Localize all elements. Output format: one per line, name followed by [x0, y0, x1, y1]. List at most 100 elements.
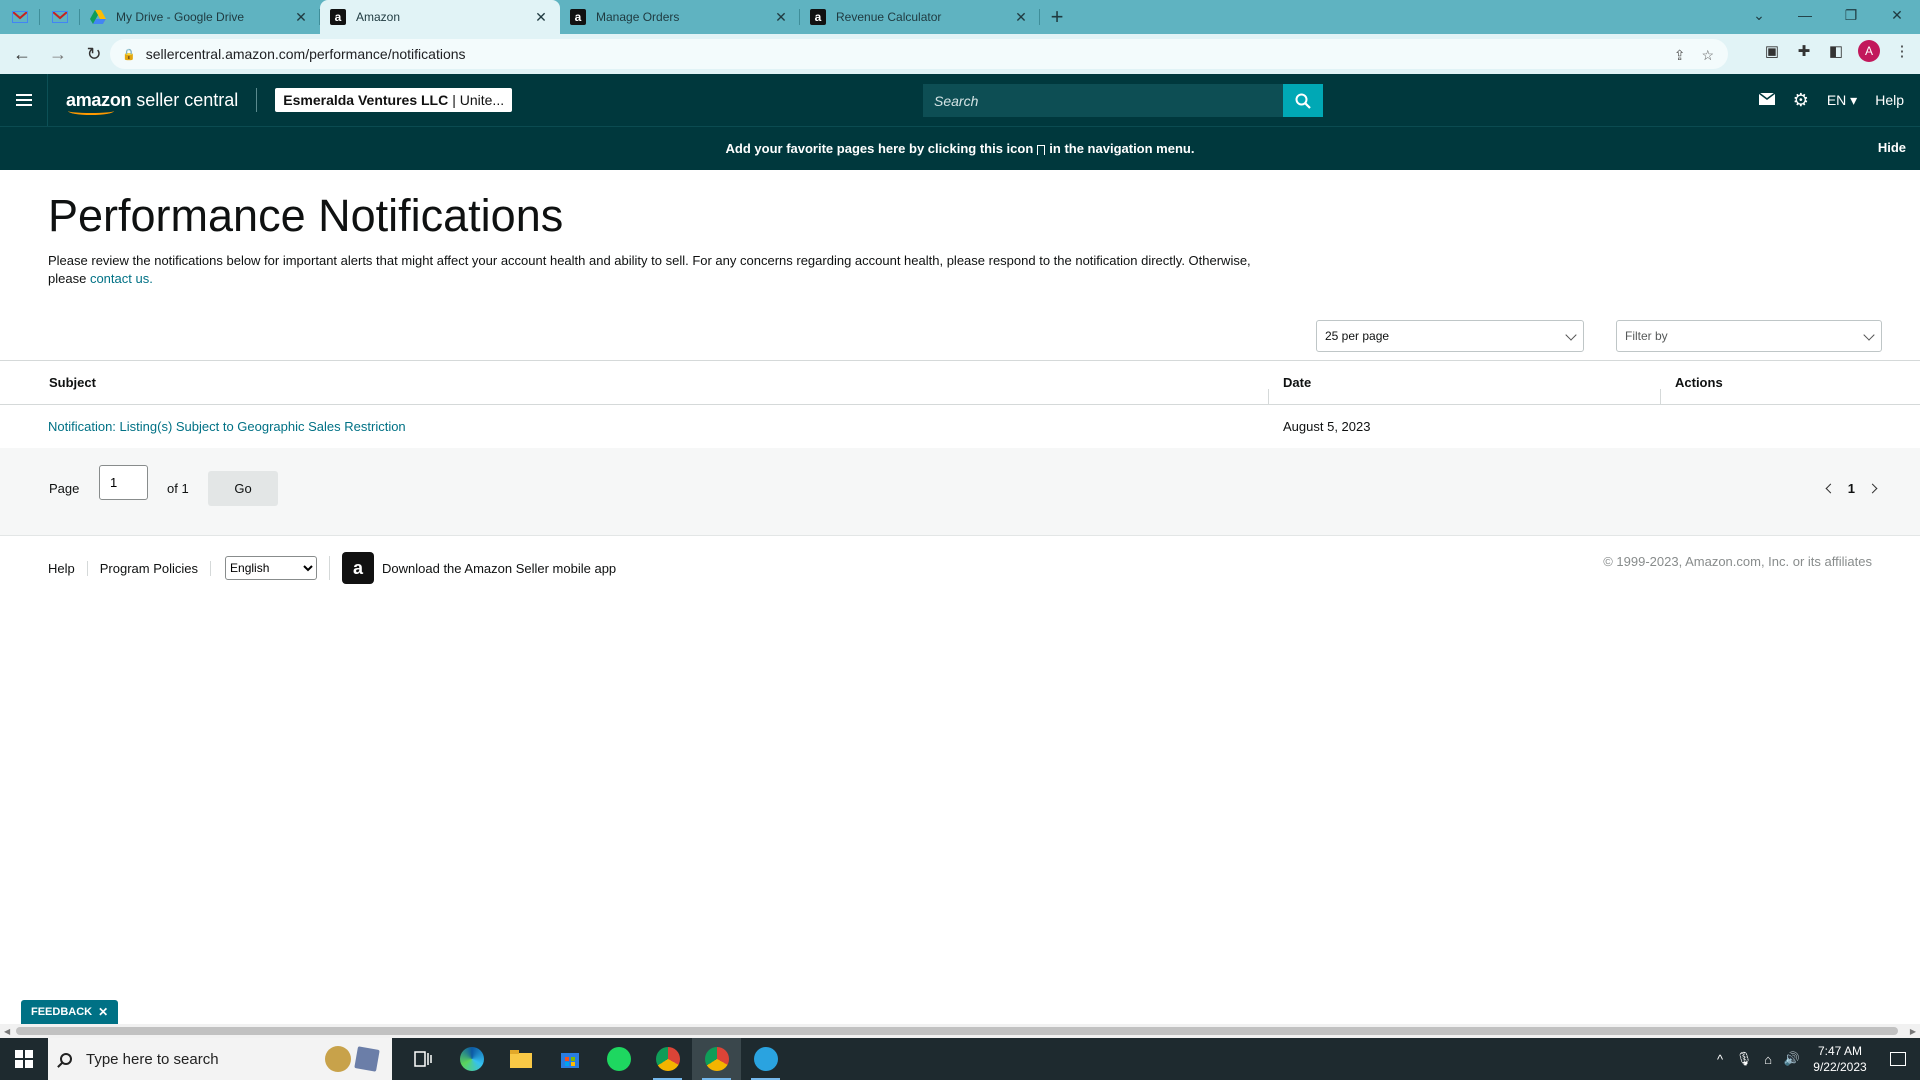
tab-title: My Drive - Google Drive	[116, 10, 245, 24]
filter-select[interactable]: Filter by	[1616, 320, 1882, 352]
close-icon[interactable]: ✕	[98, 1005, 108, 1019]
microsoft-store-icon[interactable]	[545, 1038, 594, 1080]
download-app-link[interactable]: Download the Amazon Seller mobile app	[382, 561, 616, 576]
share-icon[interactable]: ⇪	[1674, 47, 1686, 64]
windows-taskbar: Type here to search ^ 🎙 ⌂ 🔊 7:47 AM 9/22…	[0, 1038, 1920, 1080]
tab-title: Amazon	[356, 10, 401, 24]
minimize-button[interactable]: —	[1782, 0, 1828, 30]
filter-placeholder: Filter by	[1625, 329, 1668, 343]
spotify-icon[interactable]	[594, 1038, 643, 1080]
next-page-icon[interactable]	[1867, 483, 1878, 494]
new-tab-button[interactable]: +	[1040, 0, 1074, 34]
tab-manage-orders[interactable]: a Manage Orders ✕	[560, 0, 800, 34]
account-switcher[interactable]: Esmeralda Ventures LLC | Unite...	[275, 88, 513, 112]
tab-search-icon[interactable]: ⌄	[1736, 0, 1782, 30]
edge-icon[interactable]	[447, 1038, 496, 1080]
go-button[interactable]: Go	[208, 471, 278, 506]
page-of-label: of 1	[167, 481, 189, 496]
column-header-actions: Actions	[1660, 375, 1920, 405]
taskbar-clock[interactable]: 7:47 AM 9/22/2023	[1804, 1043, 1876, 1075]
close-tab-icon[interactable]: ✕	[532, 9, 550, 26]
notification-subject-link[interactable]: Notification: Listing(s) Subject to Geog…	[48, 419, 406, 434]
intro-body: Please review the notifications below fo…	[48, 253, 1251, 286]
volume-icon[interactable]: 🔊	[1780, 1051, 1804, 1067]
header-help-link[interactable]: Help	[1875, 92, 1904, 108]
footer-help-link[interactable]: Help	[48, 560, 88, 576]
taskbar-search[interactable]: Type here to search	[48, 1038, 392, 1080]
profile-avatar[interactable]: A	[1858, 40, 1880, 62]
reload-icon[interactable]: ↻	[80, 40, 108, 68]
system-tray: ^ 🎙 ⌂ 🔊 7:47 AM 9/22/2023	[1708, 1038, 1920, 1080]
more-menu-icon[interactable]: ⋮	[1892, 41, 1912, 61]
address-bar[interactable]: 🔒 sellercentral.amazon.com/performance/n…	[110, 39, 1728, 69]
tab-amazon[interactable]: a Amazon ✕	[320, 0, 560, 34]
account-region: | Unite...	[452, 92, 505, 108]
current-page-number[interactable]: 1	[1848, 481, 1855, 496]
extension-off-icon[interactable]: ▣	[1762, 41, 1782, 61]
gmail-icon	[12, 11, 28, 23]
column-header-subject[interactable]: Subject	[0, 375, 1268, 390]
close-tab-icon[interactable]: ✕	[292, 9, 310, 26]
scrollbar-thumb[interactable]	[16, 1027, 1898, 1035]
program-policies-link[interactable]: Program Policies	[88, 560, 212, 576]
pinned-tab-gmail-2[interactable]	[40, 0, 80, 34]
search-input[interactable]	[923, 84, 1283, 117]
close-tab-icon[interactable]: ✕	[772, 9, 790, 26]
notifications-table: Subject Date Actions Notification: Listi…	[0, 360, 1920, 449]
chrome-icon[interactable]	[643, 1038, 692, 1080]
tab-revenue-calculator[interactable]: a Revenue Calculator ✕	[800, 0, 1040, 34]
mail-icon[interactable]	[1758, 92, 1776, 108]
horizontal-scrollbar[interactable]: ◀ ▶	[0, 1024, 1920, 1038]
amazon-smile-icon	[68, 107, 114, 115]
seller-central-logo[interactable]: amazon seller central	[66, 85, 238, 115]
language-selector[interactable]: EN ▾	[1827, 92, 1857, 109]
close-window-button[interactable]: ✕	[1874, 0, 1920, 30]
scroll-left-icon[interactable]: ◀	[4, 1027, 10, 1036]
taskbar-apps	[398, 1038, 790, 1080]
chevron-up-icon[interactable]: ^	[1708, 1052, 1732, 1067]
amazon-icon: a	[570, 9, 586, 25]
windows-logo-icon	[15, 1050, 33, 1068]
forward-arrow-icon[interactable]: →	[44, 40, 72, 68]
per-page-value: 25 per page	[1325, 329, 1390, 343]
tab-title: Manage Orders	[596, 10, 680, 24]
hamburger-menu-icon[interactable]	[0, 74, 48, 126]
side-panel-icon[interactable]: ◧	[1826, 41, 1846, 61]
notification-center-icon[interactable]	[1876, 1038, 1920, 1080]
taskbar-search-placeholder: Type here to search	[86, 1050, 219, 1068]
file-explorer-icon[interactable]	[496, 1038, 545, 1080]
per-page-select[interactable]: 25 per page	[1316, 320, 1584, 352]
contact-us-link[interactable]: contact us.	[90, 271, 153, 286]
network-icon[interactable]: ⌂	[1756, 1052, 1780, 1067]
maximize-button[interactable]: ❐	[1828, 0, 1874, 30]
column-header-date[interactable]: Date	[1268, 375, 1660, 405]
banner-text-after: in the navigation menu.	[1049, 141, 1195, 156]
chrome-profile-icon[interactable]	[692, 1038, 741, 1080]
microphone-icon[interactable]: 🎙	[1732, 1051, 1756, 1067]
close-tab-icon[interactable]: ✕	[1012, 9, 1030, 26]
tab-google-drive[interactable]: My Drive - Google Drive ✕	[80, 0, 320, 34]
header-right-tools: ⚙ EN ▾ Help	[1758, 74, 1904, 126]
date-cell: August 5, 2023	[1283, 419, 1371, 434]
header-search	[923, 84, 1323, 117]
feedback-button[interactable]: FEEDBACK ✕	[21, 1000, 119, 1024]
telegram-icon[interactable]	[741, 1038, 790, 1080]
bookmark-star-icon[interactable]: ☆	[1701, 47, 1714, 64]
puzzle-icon[interactable]: ✚	[1794, 41, 1814, 61]
task-view-icon[interactable]	[398, 1038, 447, 1080]
tab-title: Revenue Calculator	[836, 10, 942, 24]
pagination-bar: Page of 1 Go 1	[0, 448, 1920, 536]
page-label: Page	[49, 481, 80, 496]
gear-icon[interactable]: ⚙	[1793, 90, 1809, 111]
hide-banner-button[interactable]: Hide	[1878, 140, 1906, 155]
pinned-tab-gmail-1[interactable]	[0, 0, 40, 34]
search-button[interactable]	[1283, 84, 1323, 117]
google-drive-icon	[90, 9, 106, 25]
back-arrow-icon[interactable]: ←	[8, 40, 36, 68]
previous-page-icon[interactable]	[1825, 483, 1836, 494]
start-button[interactable]	[0, 1038, 48, 1080]
page-number-input[interactable]	[99, 465, 148, 500]
amazon-app-icon[interactable]: a	[342, 552, 375, 584]
footer-language-select[interactable]: English	[225, 556, 318, 580]
scroll-right-icon[interactable]: ▶	[1910, 1027, 1916, 1036]
